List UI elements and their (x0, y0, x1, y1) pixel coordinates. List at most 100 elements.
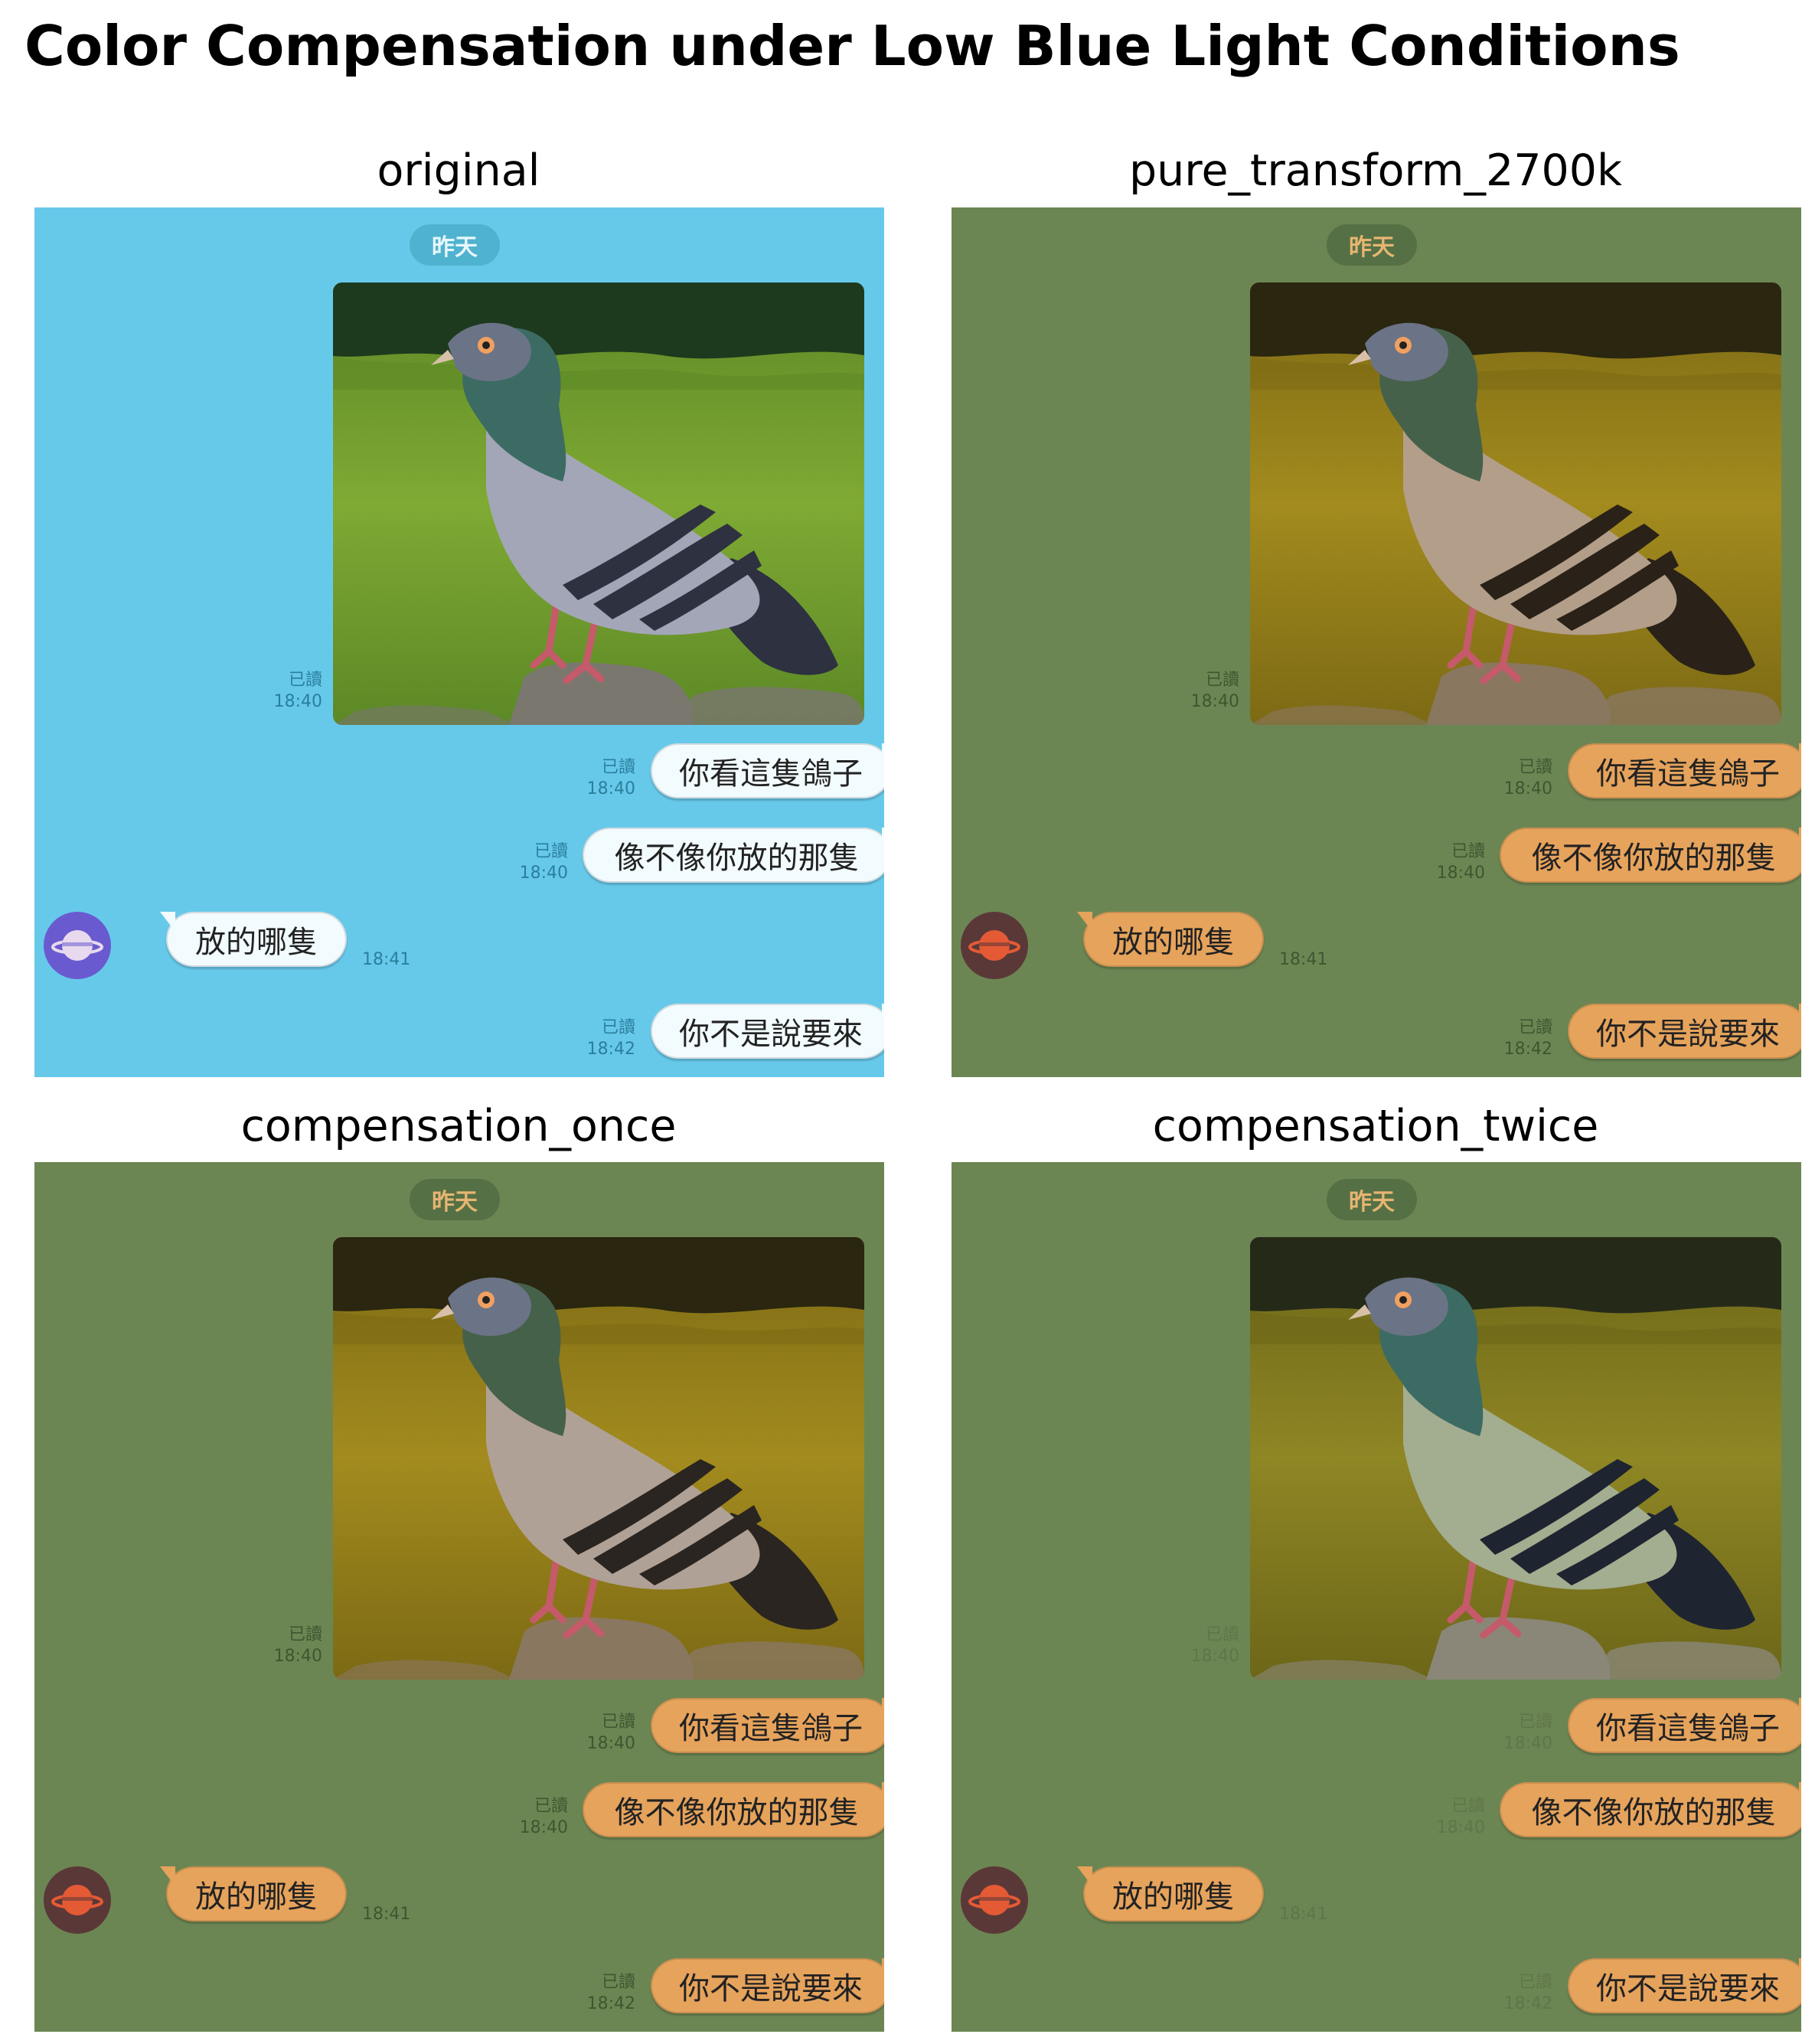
timestamp: 18:42 (586, 1040, 635, 1059)
bubble-tail (882, 1782, 884, 1802)
panel-title: compensation_twice (1152, 1101, 1599, 1151)
pigeon-photo[interactable] (333, 282, 864, 725)
message-read-status: 已讀 18:40 (1393, 841, 1485, 884)
incoming-message-bubble[interactable]: 放的哪隻 (1077, 912, 1264, 967)
outgoing-message-bubble[interactable]: 你看這隻鴿子 (1568, 743, 1801, 798)
message-text: 放的哪隻 (1112, 1879, 1235, 1915)
message-text: 像不像你放的那隻 (614, 1795, 860, 1830)
panel-title: compensation_once (240, 1101, 677, 1151)
outgoing-message-bubble[interactable]: 你不是說要來 (651, 1958, 884, 2013)
read-label: 已讀 (1518, 1973, 1552, 1992)
photo-read-status: 已讀 18:40 (1147, 1624, 1239, 1667)
bubble-tail (1799, 1698, 1801, 1718)
timestamp: 18:40 (586, 1734, 635, 1753)
message-text: 放的哪隻 (1112, 925, 1235, 960)
message-text: 你看這隻鴿子 (679, 1711, 863, 1746)
outgoing-message-bubble[interactable]: 你看這隻鴿子 (651, 743, 884, 798)
timestamp: 18:40 (586, 779, 635, 798)
message-read-status: 已讀 18:42 (544, 1017, 635, 1060)
read-label: 已讀 (534, 1797, 568, 1816)
read-label: 已讀 (601, 1973, 635, 1992)
timestamp: 18:40 (1503, 779, 1552, 798)
planet-icon[interactable] (44, 1866, 111, 1934)
message-read-status: 已讀 18:42 (544, 1972, 635, 2015)
message-text: 你不是說要來 (1596, 1017, 1780, 1052)
panel-title: pure_transform_2700k (1128, 145, 1623, 196)
message-read-status: 已讀 18:42 (1461, 1017, 1552, 1060)
message-read-status: 已讀 18:42 (1461, 1972, 1552, 2015)
bubble-tail (882, 1698, 884, 1718)
message-text: 像不像你放的那隻 (1531, 841, 1777, 876)
outgoing-message-bubble[interactable]: 你不是說要來 (1568, 1004, 1801, 1059)
outgoing-message-bubble[interactable]: 像不像你放的那隻 (583, 828, 884, 883)
bubble-tail (882, 1958, 884, 1978)
message-read-status: 已讀 18:40 (476, 841, 568, 884)
bubble-tail (160, 912, 175, 932)
bubble-tail (882, 1004, 884, 1024)
read-label: 已讀 (1518, 1713, 1552, 1732)
message-text: 你看這隻鴿子 (1596, 756, 1780, 792)
read-label: 已讀 (288, 671, 322, 690)
message-text: 你不是說要來 (679, 1017, 863, 1052)
chat-panel: 昨天 已讀 18:40 你看這隻鴿子 已讀 18:40 像不像你放的那隻 已讀 … (952, 1162, 1801, 2032)
read-label: 已讀 (1451, 842, 1485, 861)
pigeon-photo[interactable] (333, 1237, 864, 1680)
pigeon-photo[interactable] (1250, 1237, 1781, 1680)
message-text: 你看這隻鴿子 (1596, 1711, 1780, 1746)
incoming-message-bubble[interactable]: 放的哪隻 (160, 912, 347, 967)
bubble-tail (1799, 1782, 1801, 1802)
timestamp: 18:41 (1279, 1905, 1328, 1924)
read-label: 已讀 (1205, 671, 1239, 690)
timestamp: 18:42 (1503, 1994, 1552, 2013)
outgoing-message-bubble[interactable]: 像不像你放的那隻 (583, 1782, 884, 1837)
timestamp: 18:42 (586, 1994, 635, 2013)
planet-icon[interactable] (961, 912, 1028, 979)
bubble-tail (1799, 1004, 1801, 1024)
bubble-tail (882, 828, 884, 847)
message-read-status: 已讀 18:40 (1461, 1712, 1552, 1755)
date-separator: 昨天 (410, 1179, 500, 1220)
timestamp: 18:41 (362, 1905, 411, 1924)
planet-icon[interactable] (961, 1866, 1028, 1934)
timestamp: 18:42 (1503, 1040, 1552, 1059)
read-label: 已讀 (1518, 1018, 1552, 1037)
figure-title: Color Compensation under Low Blue Light … (24, 14, 1680, 78)
date-separator: 昨天 (1327, 1179, 1417, 1220)
chat-panel: 昨天 已讀 18:40 你看這隻鴿子 已讀 18:40 像不像你放的那隻 已讀 … (952, 207, 1801, 1077)
message-text: 放的哪隻 (195, 925, 318, 960)
bubble-tail (1799, 828, 1801, 847)
timestamp: 18:40 (1190, 1647, 1239, 1666)
message-text: 放的哪隻 (195, 1879, 318, 1915)
photo-read-status: 已讀 18:40 (230, 1624, 322, 1667)
bubble-tail (160, 1866, 175, 1886)
message-text: 你不是說要來 (1596, 1971, 1780, 2006)
timestamp: 18:40 (273, 1647, 322, 1666)
read-label: 已讀 (601, 1713, 635, 1732)
read-label: 已讀 (288, 1625, 322, 1644)
outgoing-message-bubble[interactable]: 你看這隻鴿子 (651, 1698, 884, 1753)
message-read-status: 已讀 18:40 (1461, 757, 1552, 800)
pigeon-photo[interactable] (1250, 282, 1781, 725)
message-read-status: 已讀 18:40 (476, 1796, 568, 1839)
message-text: 像不像你放的那隻 (614, 841, 860, 876)
message-text: 你不是說要來 (679, 1971, 863, 2006)
incoming-message-bubble[interactable]: 放的哪隻 (1077, 1866, 1264, 1922)
outgoing-message-bubble[interactable]: 你看這隻鴿子 (1568, 1698, 1801, 1753)
message-text: 你看這隻鴿子 (679, 756, 863, 792)
outgoing-message-bubble[interactable]: 你不是說要來 (1568, 1958, 1801, 2013)
timestamp: 18:40 (1190, 692, 1239, 711)
photo-read-status: 已讀 18:40 (1147, 670, 1239, 713)
timestamp: 18:40 (273, 692, 322, 711)
incoming-message-bubble[interactable]: 放的哪隻 (160, 1866, 347, 1922)
outgoing-message-bubble[interactable]: 你不是說要來 (651, 1004, 884, 1059)
read-label: 已讀 (601, 758, 635, 777)
outgoing-message-bubble[interactable]: 像不像你放的那隻 (1500, 828, 1801, 883)
chat-panel: 昨天 已讀 18:40 你看這隻鴿子 已讀 18:40 像不像你放的那隻 已讀 … (34, 207, 884, 1077)
timestamp: 18:41 (362, 950, 411, 969)
date-separator: 昨天 (410, 224, 500, 266)
timestamp: 18:40 (1436, 1818, 1485, 1837)
timestamp: 18:40 (1503, 1734, 1552, 1753)
timestamp: 18:40 (519, 1818, 568, 1837)
planet-icon[interactable] (44, 912, 111, 979)
outgoing-message-bubble[interactable]: 像不像你放的那隻 (1500, 1782, 1801, 1837)
